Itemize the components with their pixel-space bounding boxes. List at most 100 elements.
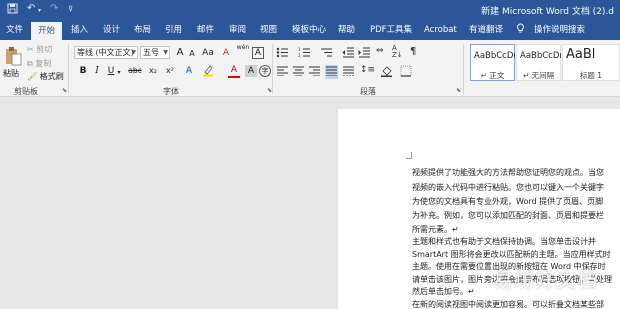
document-line: 视频提供了功能强大的方法帮助您证明您的观点。当您 [412, 168, 604, 177]
document-line: 为补充。例如，您可以添加匹配的封面、页眉和提要栏 [412, 211, 604, 220]
superscript-button[interactable]: x² [163, 65, 177, 77]
chinese-layout-icon[interactable]: ⇔ [376, 46, 384, 56]
copy-icon: ⧉ [27, 59, 33, 68]
tab-pdf-tools[interactable]: PDF工具集 [366, 20, 416, 40]
tab-view[interactable]: 视图 [256, 20, 281, 40]
ribbon-tab-bar: 文件 开始 插入 设计 布局 引用 邮件 审阅 视图 模板中心 帮助 PDF工具… [0, 20, 620, 40]
tab-mailings[interactable]: 邮件 [193, 20, 218, 40]
clipboard-group-label: 剪贴板 [14, 87, 38, 96]
paragraph-group-label: 段落 [360, 87, 376, 96]
tab-help[interactable]: 帮助 [334, 20, 359, 40]
increase-indent-icon[interactable] [358, 47, 370, 60]
tab-references[interactable]: 引用 [161, 20, 186, 40]
style-heading-1[interactable]: AaBl 标题 1 [562, 44, 620, 81]
paste-button[interactable]: 粘贴 [2, 44, 24, 84]
document-line: SmartArt 图形将会更改以匹配新的主题。当应用样式时 [412, 250, 611, 259]
style-sample: AaBbCcDı [520, 51, 562, 61]
text-effects-button[interactable]: A [183, 65, 195, 77]
font-group-label: 字体 [163, 87, 179, 96]
font-color-label: A [230, 65, 238, 75]
tab-file[interactable]: 文件 [2, 20, 27, 40]
format-painter-button[interactable]: 🖌 格式刷 [27, 71, 64, 82]
style-no-spacing[interactable]: AaBbCcDı ↵ 无间隔 [516, 44, 562, 81]
save-icon[interactable] [7, 3, 18, 17]
bullets-icon[interactable] [276, 47, 289, 60]
grow-font-button[interactable]: A [174, 47, 186, 59]
highlighter-icon[interactable] [202, 64, 214, 77]
document-line: 主题和样式也有助于文档保持协调。当您单击设计并 [412, 237, 596, 246]
redo-icon[interactable]: ↷ [50, 3, 58, 14]
copy-label: 复制 [35, 59, 52, 68]
undo-dropdown-icon[interactable]: ▾ [38, 7, 41, 14]
strikethrough-button[interactable]: abc [127, 65, 143, 77]
paragraph-dialog-launcher-icon[interactable]: ⬊ [456, 87, 461, 94]
font-size-select[interactable]: 五号 ▼ [140, 46, 170, 59]
phonetic-guide-button[interactable]: wén [234, 44, 252, 56]
font-name-select[interactable]: 等线 (中文正文) ▼ [74, 46, 138, 59]
group-divider [272, 44, 273, 94]
align-right-icon[interactable] [309, 66, 320, 78]
undo-icon[interactable]: ↶ [27, 3, 35, 14]
copy-button[interactable]: ⧉ 复制 [27, 58, 51, 69]
cut-label: 剪切 [36, 45, 53, 54]
show-hide-marks-icon[interactable]: ¶ [410, 46, 416, 57]
style-name: ↵ 无间隔 [522, 71, 555, 80]
tab-design[interactable]: 设计 [99, 20, 124, 40]
document-line: 然后单击加号。↵ [412, 287, 475, 296]
ribbon-home: 粘贴 ✂ 剪切 ⧉ 复制 🖌 格式刷 剪贴板 ⬊ 等线 (中文正文) ▼ 五号 ▼ … [0, 40, 620, 97]
align-center-icon[interactable] [293, 66, 304, 78]
change-case-button[interactable]: Aa [200, 47, 216, 59]
character-shading-button[interactable]: A [245, 65, 257, 77]
chevron-down-icon: ▼ [163, 49, 168, 56]
style-name: ↵ 正文 [480, 71, 505, 80]
window-title: 新建 Microsoft Word 文档 (2).d [481, 7, 614, 17]
style-sample: AaBl [566, 47, 596, 62]
customize-quick-access-icon[interactable]: ⊽ [68, 5, 73, 13]
text-boundary-corner-mark [406, 152, 412, 159]
scissors-icon: ✂ [27, 45, 34, 54]
justify-icon[interactable] [325, 65, 338, 79]
tab-home[interactable]: 开始 [31, 22, 63, 40]
decrease-indent-icon[interactable] [342, 47, 354, 60]
tab-layout[interactable]: 布局 [130, 20, 155, 40]
tab-insert[interactable]: 插入 [67, 20, 92, 40]
group-divider [68, 44, 69, 94]
align-left-icon[interactable] [277, 66, 288, 78]
document-line: 为使您的文档具有专业外观，Word 提供了页眉、页脚 [412, 197, 604, 206]
borders-icon[interactable] [400, 65, 412, 79]
subscript-button[interactable]: x₂ [146, 65, 160, 77]
font-size-value: 五号 [143, 48, 159, 57]
tab-youdao-translate[interactable]: 有道翻译 [465, 20, 507, 40]
character-border-button[interactable]: A [252, 47, 264, 59]
paste-icon [4, 46, 22, 68]
font-name-value: 等线 (中文正文) [77, 48, 134, 57]
distributed-icon[interactable] [343, 66, 354, 78]
line-spacing-icon[interactable]: ↕≡ [360, 65, 375, 75]
style-normal[interactable]: AaBbCcDı ↵ 正文 [470, 44, 516, 81]
tab-review[interactable]: 审阅 [225, 20, 250, 40]
italic-button[interactable]: I [91, 65, 103, 77]
shading-bucket-icon[interactable] [381, 65, 393, 79]
svg-text:1: 1 [298, 47, 301, 52]
lightbulb-icon[interactable] [516, 20, 529, 40]
numbering-icon[interactable]: 12 [298, 47, 311, 60]
clear-formatting-button[interactable]: A [220, 47, 232, 59]
cut-button[interactable]: ✂ 剪切 [27, 44, 52, 55]
document-line: 在新的阅读视图中阅读更加容易。可以折叠文档某些部 [412, 300, 604, 309]
enclose-characters-button[interactable]: 字 [259, 65, 271, 77]
document-line: 视频的嵌入代码中进行粘贴。您也可以键入一个关键字 [412, 183, 604, 192]
multilevel-list-icon[interactable] [320, 47, 333, 60]
tab-acrobat[interactable]: Acrobat [420, 20, 461, 40]
sort-icon[interactable]: A Z↓ [392, 45, 403, 59]
tell-me-search[interactable]: 操作说明搜索 [530, 20, 589, 40]
underline-dropdown-icon[interactable]: ▾ [116, 67, 122, 79]
bold-button[interactable]: B [77, 65, 89, 77]
format-painter-label: 格式刷 [39, 72, 64, 81]
title-bar: ↶ ▾ ↷ ⊽ 新建 Microsoft Word 文档 (2).d [0, 0, 620, 20]
clipboard-dialog-launcher-icon[interactable]: ⬊ [62, 87, 67, 94]
tab-template-center[interactable]: 模板中心 [288, 20, 330, 40]
shrink-font-button[interactable]: A [186, 48, 198, 60]
watermark-logo: 易坊好文档 [493, 268, 598, 292]
paste-label: 粘贴 [3, 69, 19, 78]
font-color-button[interactable]: A [228, 64, 240, 76]
